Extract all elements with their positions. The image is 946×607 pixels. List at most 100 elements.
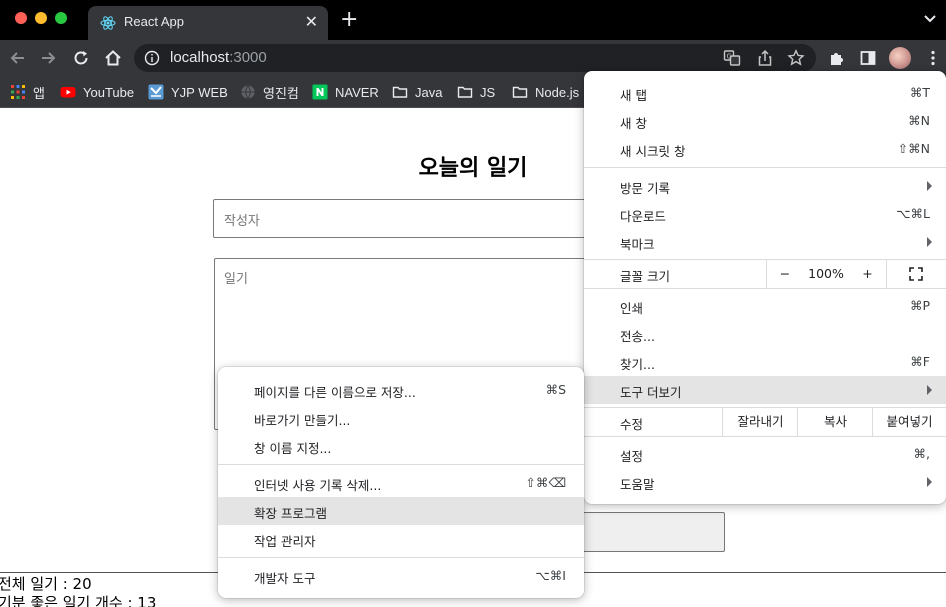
menu-item-history[interactable]: 방문 기록 [584,172,946,200]
menu-item-cast[interactable]: 전송... [584,320,946,348]
save-button[interactable] [560,512,725,552]
forward-arrow-icon[interactable] [38,48,58,68]
menu-separator [584,436,946,437]
submenu-item-task-manager[interactable]: 작업 관리자 [218,525,584,553]
submenu-item-clear-browsing-data[interactable]: 인터넷 사용 기록 삭제... ⇧⌘⌫ [218,469,584,497]
menu-separator [218,557,584,558]
folder-icon [457,86,473,98]
zoom-in-button[interactable]: + [849,260,886,288]
zoom-level: 100% [808,266,844,281]
tab-react-app[interactable]: React App ✕ [88,6,328,40]
menu-item-label: 북마크 [620,237,655,252]
menu-item-print[interactable]: 인쇄 ⌘P [584,292,946,320]
content-placeholder: 일기 [224,272,248,287]
menu-item-more-tools[interactable]: 도구 더보기 [584,376,946,404]
bookmark-naver[interactable]: NAVER [312,82,379,102]
naver-icon [312,84,328,100]
zoom-plus-label: + [862,266,873,281]
menu-item-bookmarks[interactable]: 북마크 [584,228,946,256]
close-window-button[interactable] [15,12,27,24]
fullscreen-icon [909,267,923,281]
site-info-icon[interactable] [144,50,160,66]
profile-avatar[interactable] [889,47,911,69]
url-host: localhost [170,49,230,66]
yjp-web-icon [148,84,164,100]
bookmark-label: Node.js [535,84,580,100]
edit-label: 수정 [620,417,644,432]
bookmark-label: 영진컴 [263,85,299,101]
new-tab-button[interactable]: + [340,8,358,32]
tab-title: React App [124,14,184,29]
menu-item-help[interactable]: 도움말 [584,468,946,496]
youtube-icon [60,87,76,98]
tab-search-chevron-icon[interactable] [922,10,938,26]
react-icon [100,16,116,30]
submenu-arrow-icon [927,477,932,487]
zoom-out-button[interactable]: − [766,260,803,288]
submenu-item-label: 인터넷 사용 기록 삭제... [254,478,382,493]
folder-icon [392,86,408,98]
extensions-puzzle-icon[interactable] [828,49,846,67]
side-panel-icon[interactable] [859,49,877,67]
home-icon[interactable] [103,48,123,68]
menu-item-new-incognito[interactable]: 새 시크릿 창 ⇧⌘N [584,135,946,163]
bookmark-label: YJP WEB [171,84,228,100]
menu-item-label: 도구 더보기 [620,385,682,400]
submenu-item-save-page[interactable]: 페이지를 다른 이름으로 저장... ⌘S [218,376,584,404]
menu-separator [584,167,946,168]
copy-button[interactable]: 복사 [797,408,873,436]
menu-item-shortcut: ⌥⌘L [896,206,930,221]
minimize-window-button[interactable] [35,12,47,24]
fullscreen-button[interactable] [886,260,946,288]
zoom-minus-label: − [779,266,791,281]
zoom-label: 글꼴 크기 [620,269,670,284]
menu-zoom-row: 글꼴 크기 − 100% + [584,260,946,288]
bookmark-yjp-web[interactable]: YJP WEB [148,82,228,102]
author-placeholder: 작성자 [224,214,260,229]
menu-item-new-window[interactable]: 새 창 ⌘N [584,107,946,135]
bookmark-star-icon[interactable] [787,49,805,67]
menu-item-shortcut: ⌘N [908,113,930,128]
menu-item-shortcut: ⌘F [910,354,930,369]
submenu-item-developer-tools[interactable]: 개발자 도구 ⌥⌘I [218,562,584,590]
menu-item-downloads[interactable]: 다운로드 ⌥⌘L [584,200,946,228]
address-bar[interactable]: localhost:3000 G [134,44,816,72]
bookmark-label: NAVER [335,84,379,100]
more-vertical-icon[interactable] [924,49,942,67]
total-diary-count: 전체 일기 : 20 [0,575,92,593]
bookmark-label: Java [415,84,443,100]
menu-item-label: 방문 기록 [620,181,670,196]
submenu-item-name-window[interactable]: 창 이름 지정... [218,432,584,460]
back-arrow-icon[interactable] [8,48,28,68]
tab-close-icon[interactable]: ✕ [305,13,318,31]
bookmark-folder-js[interactable]: JS [457,82,495,102]
svg-text:G: G [727,53,732,61]
bookmark-yeongjin[interactable]: 영진컴 [240,82,299,102]
menu-separator [218,464,584,465]
bookmark-youtube[interactable]: YouTube [60,82,134,102]
more-tools-submenu: 페이지를 다른 이름으로 저장... ⌘S 바로가기 만들기... 창 이름 지… [218,367,584,598]
menu-item-label: 인쇄 [620,301,644,316]
zoom-window-button[interactable] [55,12,67,24]
submenu-item-extensions[interactable]: 확장 프로그램 [218,497,584,525]
menu-item-label: 새 탭 [620,88,647,103]
good-mood-count: 기분 좋은 일기 개수 : 13 [0,594,157,607]
submenu-item-create-shortcut[interactable]: 바로가기 만들기... [218,404,584,432]
bookmark-apps[interactable]: 앱 [10,82,45,102]
bookmark-folder-java[interactable]: Java [392,82,442,102]
bookmark-folder-nodejs[interactable]: Node.js [512,82,579,102]
translate-icon[interactable]: G [723,49,741,67]
chrome-menu: 새 탭 ⌘T 새 창 ⌘N 새 시크릿 창 ⇧⌘N 방문 기록 다운로드 ⌥⌘L… [584,71,946,504]
reload-icon[interactable] [71,48,91,68]
menu-item-find[interactable]: 찾기... ⌘F [584,348,946,376]
submenu-item-shortcut: ⌥⌘I [535,568,566,583]
menu-item-shortcut: ⌘, [913,446,930,461]
submenu-arrow-icon [927,181,932,191]
submenu-item-label: 확장 프로그램 [254,506,327,521]
share-icon[interactable] [756,49,774,67]
menu-item-settings[interactable]: 설정 ⌘, [584,440,946,468]
menu-item-new-tab[interactable]: 새 탭 ⌘T [584,79,946,107]
url-port: :3000 [229,49,267,66]
paste-button[interactable]: 붙여넣기 [872,408,946,436]
cut-button[interactable]: 잘라내기 [722,408,798,436]
